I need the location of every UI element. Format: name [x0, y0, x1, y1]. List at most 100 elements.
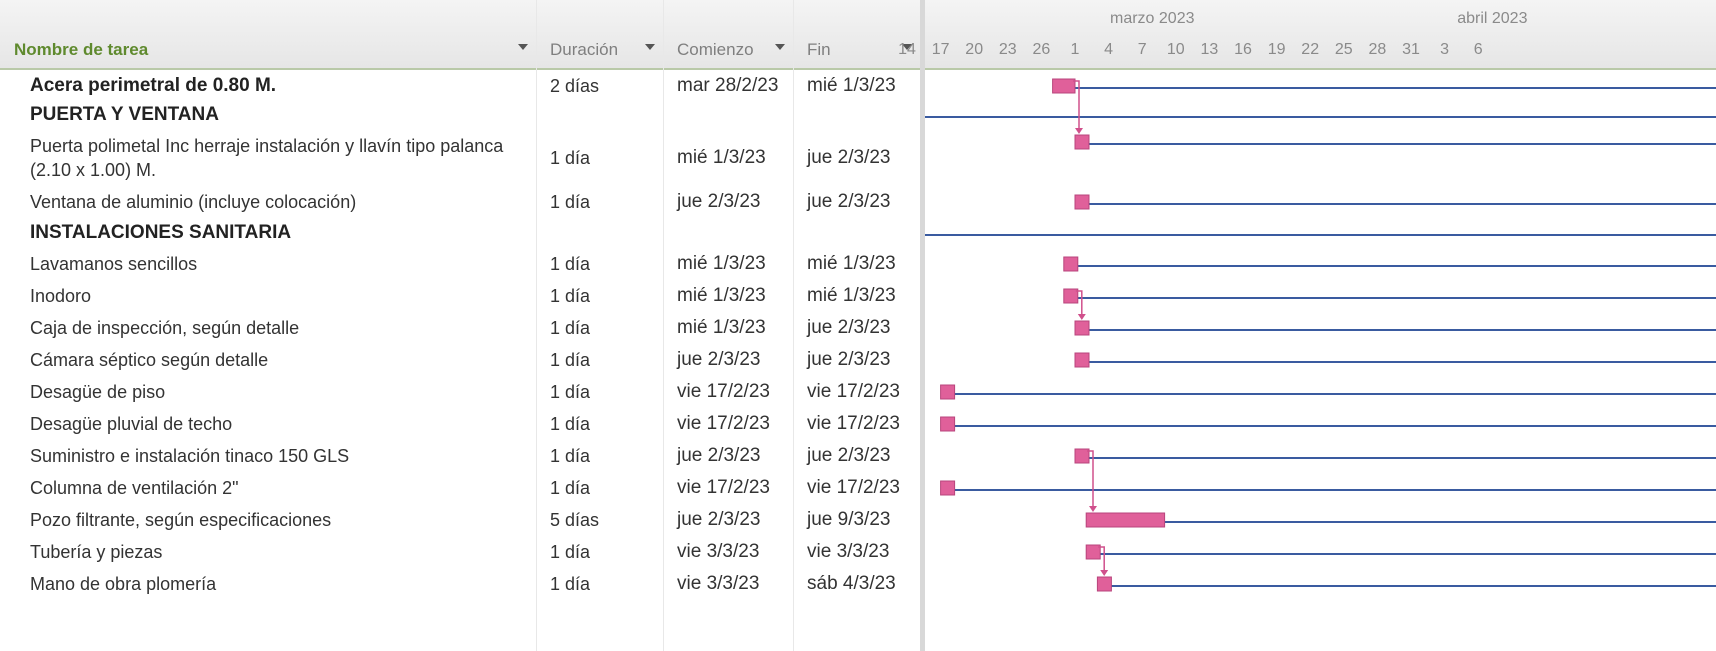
column-header-end-label: Fin	[807, 40, 831, 59]
task-bar[interactable]	[1074, 320, 1090, 336]
table-row[interactable]: Acera perimetral de 0.80 M. 2 días mar 28/…	[0, 72, 920, 100]
task-duration: 1 día	[550, 285, 591, 306]
task-start: mié 1/3/23	[677, 285, 766, 306]
task-name: Inodoro	[30, 286, 92, 306]
table-row[interactable]: Caja de inspección, según detalle 1 día mi…	[0, 312, 920, 344]
table-row[interactable]: Desagüe pluvial de techo 1 día vie 17/2/23…	[0, 408, 920, 440]
task-name: Caja de inspección, según detalle	[30, 318, 300, 338]
task-start: vie 17/2/23	[677, 413, 770, 434]
column-header-start[interactable]: Comienzo	[663, 0, 793, 70]
chevron-down-icon[interactable]	[775, 44, 785, 50]
task-name: Acera perimetral de 0.80 M.	[30, 75, 277, 96]
task-end: jue 2/3/23	[807, 317, 891, 338]
task-duration: 1 día	[550, 381, 591, 402]
task-start: vie 17/2/23	[677, 381, 770, 402]
column-header-end[interactable]: Fin	[793, 0, 920, 70]
task-start: mié 1/3/23	[677, 147, 766, 168]
gantt-chart: marzo 2023 abril 2023 14 17 20 23 26 1 4…	[898, 0, 1716, 651]
task-name: Desagüe de piso	[30, 382, 166, 402]
task-name: Ventana de aluminio (incluye colocación)	[30, 192, 357, 212]
task-duration	[536, 218, 663, 248]
task-bar[interactable]	[1063, 288, 1079, 304]
table-row[interactable]: Puerta polimetal Inc herraje instalación…	[0, 130, 920, 186]
table-row[interactable]: Columna de ventilación 2" 1 día vie 17/2/2…	[0, 472, 920, 504]
table-row-summary[interactable]: INSTALACIONES SANITARIA	[0, 218, 920, 248]
task-name: PUERTA Y VENTANA	[30, 104, 219, 125]
task-duration: 1 día	[550, 191, 591, 212]
task-name: Columna de ventilación 2"	[30, 478, 239, 498]
chevron-down-icon[interactable]	[645, 44, 655, 50]
task-duration: 1 día	[550, 541, 591, 562]
task-name: Tubería y piezas	[30, 542, 163, 562]
column-header-start-label: Comienzo	[677, 40, 754, 59]
table-row[interactable]: Cámara séptico según detalle 1 día jue 2/3…	[0, 344, 920, 376]
task-duration: 1 día	[550, 349, 591, 370]
task-end: vie 17/2/23	[807, 413, 900, 434]
task-name: Pozo filtrante, según especificaciones	[30, 510, 332, 530]
gantt-bars-canvas	[925, 78, 1716, 592]
dependency-arrow-icon	[1089, 506, 1097, 512]
task-sheet: Nombre de tarea Duración Comienzo Fin Ac…	[0, 0, 920, 651]
column-header-duration[interactable]: Duración	[536, 0, 663, 70]
table-row[interactable]: Mano de obra plomería 1 día vie 3/3/23 sáb …	[0, 568, 920, 600]
task-start: jue 2/3/23	[677, 445, 761, 466]
dependency-arrow-icon	[1077, 314, 1086, 320]
table-row[interactable]: Inodoro 1 día mié 1/3/23 mié 1/3/23	[0, 280, 920, 312]
table-row[interactable]: Suministro e instalación tinaco 150 GLS 1…	[0, 440, 920, 472]
task-start: vie 17/2/23	[677, 477, 770, 498]
task-bar[interactable]	[1096, 576, 1112, 592]
task-bar[interactable]	[940, 416, 956, 432]
task-name: Suministro e instalación tinaco 150 GLS	[30, 446, 350, 466]
column-header-name[interactable]: Nombre de tarea	[0, 0, 536, 70]
task-bar[interactable]	[1063, 256, 1079, 272]
table-row[interactable]: Desagüe de piso 1 día vie 17/2/23 vie 17/2/…	[0, 376, 920, 408]
dependency-arrow-icon	[1075, 128, 1083, 134]
task-duration: 5 días	[550, 509, 600, 530]
task-name: Puerta polimetal Inc herraje instalación…	[30, 136, 504, 180]
task-start: jue 2/3/23	[677, 191, 761, 212]
task-duration: 1 día	[550, 317, 591, 338]
task-start: vie 3/3/23	[677, 541, 760, 562]
dependency-arrow-icon	[1100, 570, 1109, 576]
task-bar[interactable]	[940, 384, 956, 400]
task-duration: 1 día	[550, 445, 591, 466]
table-row-summary[interactable]: PUERTA Y VENTANA	[0, 100, 920, 130]
task-end: jue 2/3/23	[807, 147, 891, 168]
task-start	[663, 100, 793, 130]
task-end: sáb 4/3/23	[807, 573, 896, 594]
task-bar[interactable]	[1085, 544, 1101, 560]
column-header-duration-label: Duración	[550, 40, 619, 59]
task-start: jue 2/3/23	[677, 349, 761, 370]
task-end: mié 1/3/23	[807, 253, 896, 274]
task-end: vie 17/2/23	[807, 477, 900, 498]
table-row[interactable]: Ventana de aluminio (incluye colocación)…	[0, 186, 920, 218]
table-row[interactable]: Lavamanos sencillos 1 día mié 1/3/23 mié 1/…	[0, 248, 920, 280]
task-end	[793, 100, 920, 130]
task-bar[interactable]	[1052, 78, 1076, 94]
task-end: vie 17/2/23	[807, 381, 900, 402]
task-duration: 1 día	[550, 413, 591, 434]
task-end: jue 9/3/23	[807, 509, 891, 530]
task-start: mié 1/3/23	[677, 253, 766, 274]
table-row[interactable]: Pozo filtrante, según especificaciones 5 …	[0, 504, 920, 536]
timeline-day-tick: 14	[898, 41, 916, 58]
table-row[interactable]: Tubería y piezas 1 día vie 3/3/23 vie 3/3/2…	[0, 536, 920, 568]
task-bar[interactable]	[1074, 448, 1090, 464]
task-bar[interactable]	[1074, 352, 1090, 368]
task-start: mar 28/2/23	[677, 75, 779, 96]
task-bar[interactable]	[940, 480, 956, 496]
task-duration: 1 día	[550, 477, 591, 498]
task-end: mié 1/3/23	[807, 285, 896, 306]
task-bar[interactable]	[1085, 512, 1166, 528]
task-end: jue 2/3/23	[807, 349, 891, 370]
column-header-name-label: Nombre de tarea	[14, 40, 149, 59]
task-duration: 1 día	[550, 253, 591, 274]
task-name: Mano de obra plomería	[30, 574, 217, 594]
task-duration: 1 día	[550, 573, 591, 594]
task-bar[interactable]	[1074, 194, 1090, 210]
task-duration: 1 día	[550, 147, 591, 168]
task-name: Cámara séptico según detalle	[30, 350, 269, 370]
task-bar[interactable]	[1074, 134, 1090, 150]
task-end: mié 1/3/23	[807, 75, 896, 96]
chevron-down-icon[interactable]	[518, 44, 528, 50]
